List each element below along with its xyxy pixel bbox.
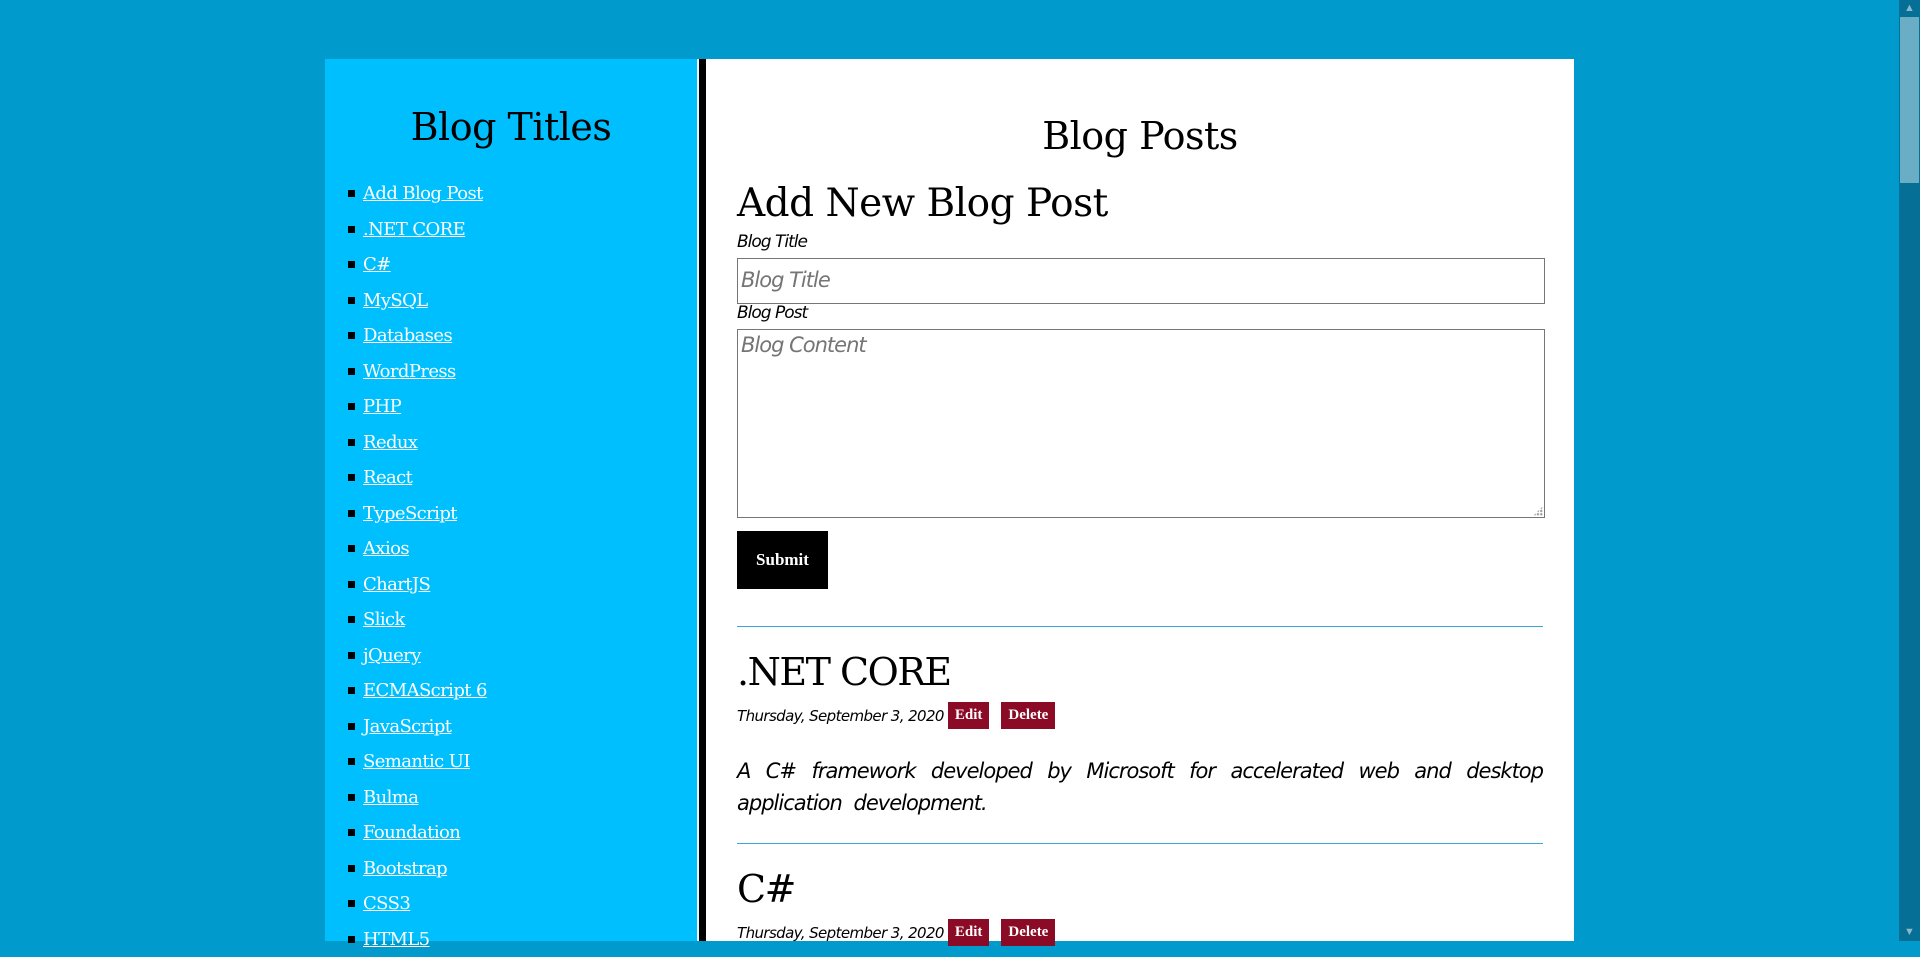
bullet-icon [348,368,355,375]
bullet-icon [348,758,355,765]
post-date: Thursday, September 3, 2020 [737,707,944,725]
post-meta: Thursday, September 3, 2020 Edit Delete [737,919,1067,946]
list-item: CSS3 [348,886,487,922]
form-heading: Add New Blog Post [737,181,1108,226]
list-item: Foundation [348,815,487,851]
list-item: WordPress [348,354,487,390]
list-item: Semantic UI [348,744,487,780]
bullet-icon [348,652,355,659]
bullet-icon [348,261,355,268]
bullet-icon [348,510,355,517]
list-item: HTML5 [348,922,487,957]
blog-titles-list: Add Blog Post .NET CORE C# MySQL Databas… [348,176,487,957]
delete-button[interactable]: Delete [1001,919,1055,946]
sidebar-link-react[interactable]: React [363,467,412,488]
bullet-icon [348,829,355,836]
sidebar: Blog Titles Add Blog Post .NET CORE C# M… [325,59,697,941]
edit-button[interactable]: Edit [948,919,990,946]
sidebar-link-html5[interactable]: HTML5 [363,929,430,950]
post-title: C# [737,867,795,911]
post-date: Thursday, September 3, 2020 [737,924,944,942]
bullet-icon [348,403,355,410]
list-item: C# [348,247,487,283]
page-scrollbar[interactable]: ▲ ▼ [1899,0,1920,941]
blog-content-placeholder: Blog Content [741,333,866,357]
post-title: .NET CORE [737,650,951,694]
divider-line [737,626,1543,627]
edit-button[interactable]: Edit [948,702,990,729]
list-item: Slick [348,602,487,638]
delete-button[interactable]: Delete [1001,702,1055,729]
sidebar-link-php[interactable]: PHP [363,396,401,417]
sidebar-link-redux[interactable]: Redux [363,432,417,453]
list-item: JavaScript [348,709,487,745]
list-item: React [348,460,487,496]
sidebar-link-typescript[interactable]: TypeScript [363,503,457,524]
sidebar-link-bulma[interactable]: Bulma [363,787,418,808]
bullet-icon [348,332,355,339]
bullet-icon [348,439,355,446]
main-panel: Blog Posts Add New Blog Post Blog Title … [706,59,1574,941]
list-item: Bulma [348,780,487,816]
bullet-icon [348,794,355,801]
sidebar-link-add-blog-post[interactable]: Add Blog Post [363,183,483,204]
scrollbar-thumb[interactable] [1900,17,1919,183]
divider-line [737,843,1543,844]
scroll-down-arrow-icon[interactable]: ▼ [1899,924,1920,941]
bullet-icon [348,687,355,694]
bullet-icon [348,865,355,872]
bullet-icon [348,474,355,481]
bullet-icon [348,936,355,943]
bullet-icon [348,190,355,197]
blog-title-label: Blog Title [737,232,807,252]
sidebar-link-foundation[interactable]: Foundation [363,822,460,843]
list-item: PHP [348,389,487,425]
sidebar-link-mysql[interactable]: MySQL [363,290,428,311]
sidebar-link-databases[interactable]: Databases [363,325,452,346]
list-item: jQuery [348,638,487,674]
submit-button[interactable]: Submit [737,531,828,589]
list-item: MySQL [348,283,487,319]
sidebar-link-slick[interactable]: Slick [363,609,405,630]
bullet-icon [348,581,355,588]
list-item: Bootstrap [348,851,487,887]
list-item: Redux [348,425,487,461]
vertical-divider [699,59,706,941]
page-title: Blog Posts [706,114,1574,158]
bullet-icon [348,545,355,552]
blog-title-input[interactable]: Blog Title [737,258,1545,304]
post-body: A C# framework developed by Microsoft fo… [737,755,1543,819]
resize-handle-icon[interactable] [1533,506,1543,516]
list-item: TypeScript [348,496,487,532]
bullet-icon [348,616,355,623]
sidebar-link-wordpress[interactable]: WordPress [363,361,456,382]
list-item: .NET CORE [348,212,487,248]
bullet-icon [348,297,355,304]
list-item: Add Blog Post [348,176,487,212]
sidebar-link-jquery[interactable]: jQuery [363,645,421,666]
blog-content-textarea[interactable]: Blog Content [737,329,1545,518]
list-item: ChartJS [348,567,487,603]
sidebar-link-semantic-ui[interactable]: Semantic UI [363,751,470,772]
list-item: Databases [348,318,487,354]
bullet-icon [348,226,355,233]
sidebar-link-axios[interactable]: Axios [363,538,409,559]
sidebar-link-bootstrap[interactable]: Bootstrap [363,858,447,879]
sidebar-link-csharp[interactable]: C# [363,254,391,275]
list-item: Axios [348,531,487,567]
post-meta: Thursday, September 3, 2020 Edit Delete [737,702,1067,729]
sidebar-title: Blog Titles [325,105,697,149]
scroll-up-arrow-icon[interactable]: ▲ [1899,0,1920,17]
blog-post-label: Blog Post [737,303,807,323]
sidebar-link-net-core[interactable]: .NET CORE [363,219,465,240]
sidebar-link-chartjs[interactable]: ChartJS [363,574,430,595]
list-item: ECMAScript 6 [348,673,487,709]
sidebar-link-javascript[interactable]: JavaScript [363,716,451,737]
blog-title-placeholder: Blog Title [741,268,830,292]
sidebar-link-ecmascript-6[interactable]: ECMAScript 6 [363,680,487,701]
bullet-icon [348,900,355,907]
sidebar-link-css3[interactable]: CSS3 [363,893,410,914]
bullet-icon [348,723,355,730]
